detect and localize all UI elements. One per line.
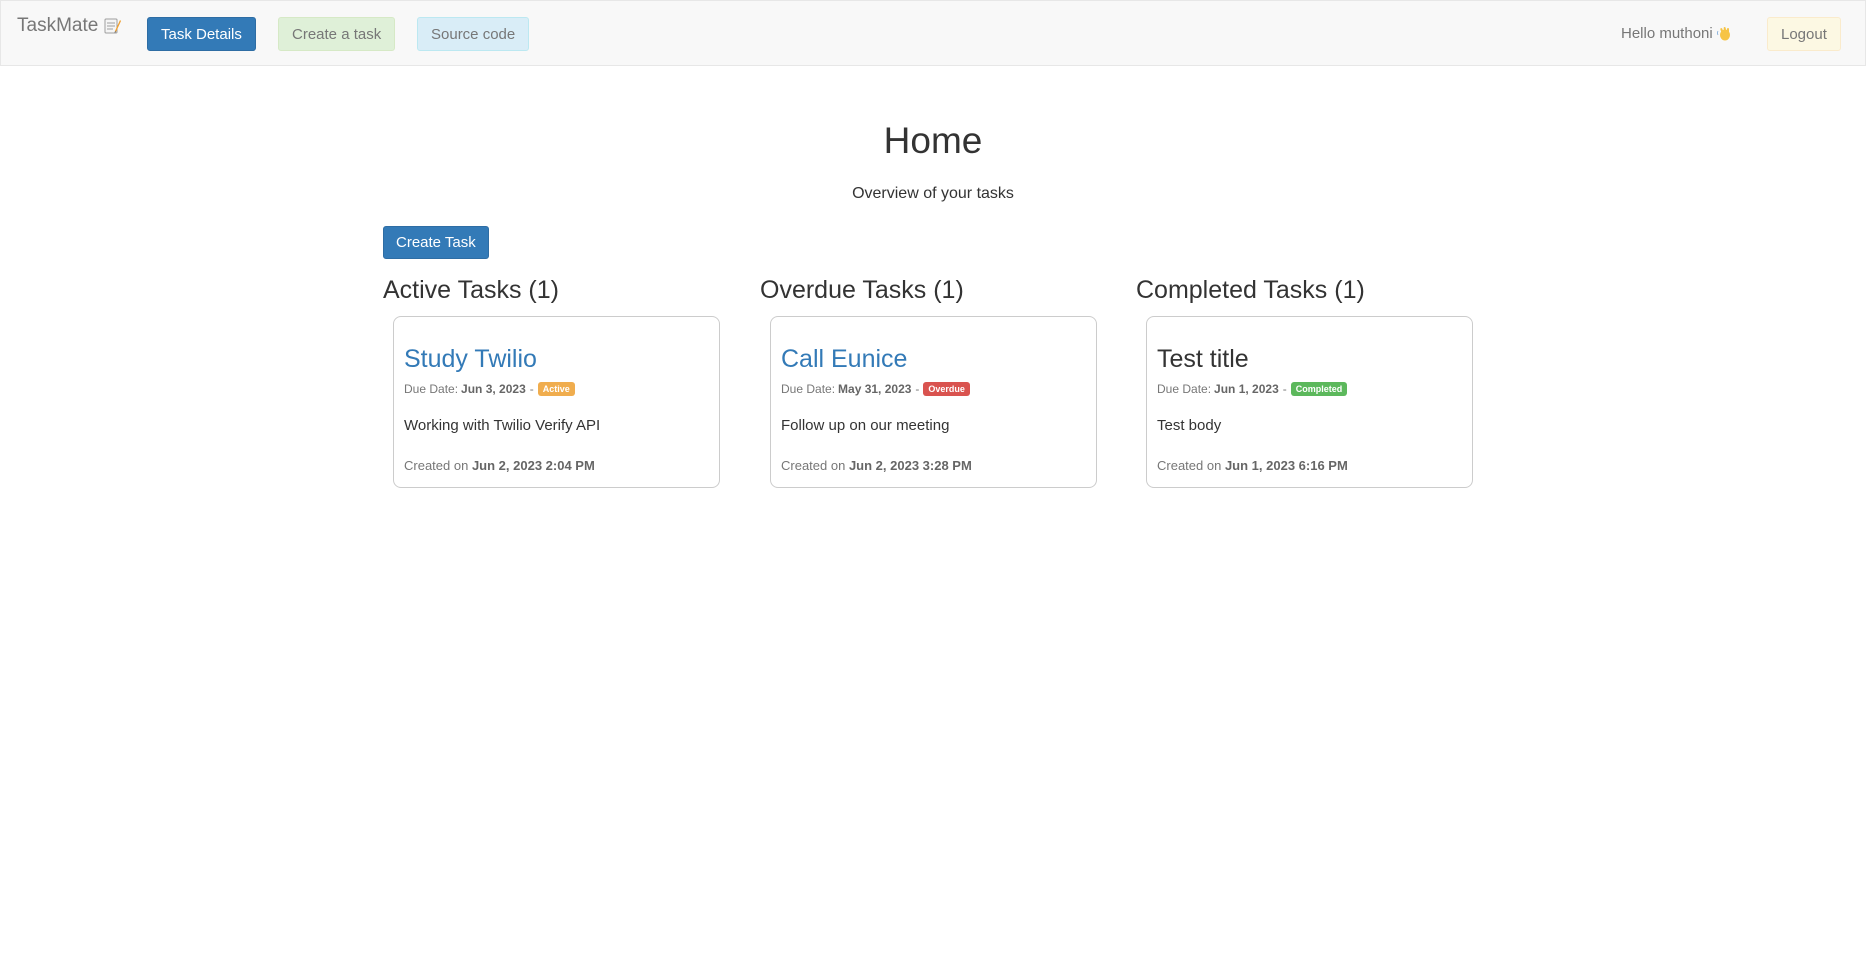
due-date-row: Due Date: Jun 3, 2023 - Active (404, 382, 575, 396)
created-value: Jun 1, 2023 6:16 PM (1224, 458, 1348, 473)
overdue-tasks-heading: Overdue Tasks (1) (760, 276, 964, 304)
memo-icon (104, 18, 122, 34)
completed-tasks-column: Completed Tasks (1) Test title Due Date:… (1136, 274, 1476, 488)
created-label: Created on (404, 458, 469, 473)
task-card: Study Twilio Due Date: Jun 3, 2023 - Act… (393, 316, 720, 488)
created-value: Jun 2, 2023 2:04 PM (471, 458, 595, 473)
due-separator: - (915, 382, 920, 396)
overdue-tasks-column: Overdue Tasks (1) Call Eunice Due Date: … (760, 274, 1100, 488)
create-task-nav-button[interactable]: Create a task (278, 17, 396, 51)
brand-name: TaskMate (17, 15, 99, 36)
page-title: Home (883, 120, 983, 161)
created-value: Jun 2, 2023 3:28 PM (848, 458, 972, 473)
due-separator: - (1282, 382, 1287, 396)
status-badge: Overdue (923, 382, 970, 396)
logout-button[interactable]: Logout (1767, 17, 1841, 51)
status-badge: Active (537, 382, 575, 396)
user-greeting: Hello muthoni (1621, 17, 1733, 51)
task-body: Working with Twilio Verify API (404, 417, 601, 434)
task-title: Test title (1157, 345, 1249, 373)
created-label: Created on (781, 458, 846, 473)
top-navbar: TaskMate Task Details Create a task Sour… (0, 0, 1866, 66)
created-row: Created on Jun 2, 2023 2:04 PM (404, 457, 595, 475)
task-card: Test title Due Date: Jun 1, 2023 - Compl… (1146, 316, 1473, 488)
greeting-text: Hello muthoni (1621, 25, 1713, 42)
brand-logo[interactable]: TaskMate (17, 15, 122, 37)
task-body: Follow up on our meeting (781, 417, 950, 434)
active-tasks-column: Active Tasks (1) Study Twilio Due Date: … (383, 274, 723, 488)
task-card: Call Eunice Due Date: May 31, 2023 - Ove… (770, 316, 1097, 488)
create-task-button[interactable]: Create Task (383, 226, 489, 259)
due-date-label: Due Date: (781, 382, 836, 396)
waving-hand-icon (1716, 27, 1730, 41)
page-subtitle: Overview of your tasks (852, 185, 1014, 202)
created-label: Created on (1157, 458, 1222, 473)
due-date-value: May 31, 2023 (838, 382, 912, 396)
status-badge: Completed (1290, 382, 1348, 396)
due-date-value: Jun 3, 2023 (461, 382, 526, 396)
due-date-label: Due Date: (404, 382, 459, 396)
due-date-value: Jun 1, 2023 (1214, 382, 1279, 396)
task-details-button[interactable]: Task Details (147, 17, 256, 51)
created-row: Created on Jun 1, 2023 6:16 PM (1157, 457, 1348, 475)
due-separator: - (529, 382, 534, 396)
task-body: Test body (1157, 417, 1222, 434)
due-date-row: Due Date: Jun 1, 2023 - Completed (1157, 382, 1348, 396)
due-date-label: Due Date: (1157, 382, 1212, 396)
task-title-link[interactable]: Study Twilio (404, 344, 537, 374)
created-row: Created on Jun 2, 2023 3:28 PM (781, 457, 972, 475)
source-code-button[interactable]: Source code (417, 17, 530, 51)
due-date-row: Due Date: May 31, 2023 - Overdue (781, 382, 970, 396)
completed-tasks-heading: Completed Tasks (1) (1136, 276, 1365, 304)
active-tasks-heading: Active Tasks (1) (383, 276, 559, 304)
task-title-link[interactable]: Call Eunice (781, 344, 907, 374)
